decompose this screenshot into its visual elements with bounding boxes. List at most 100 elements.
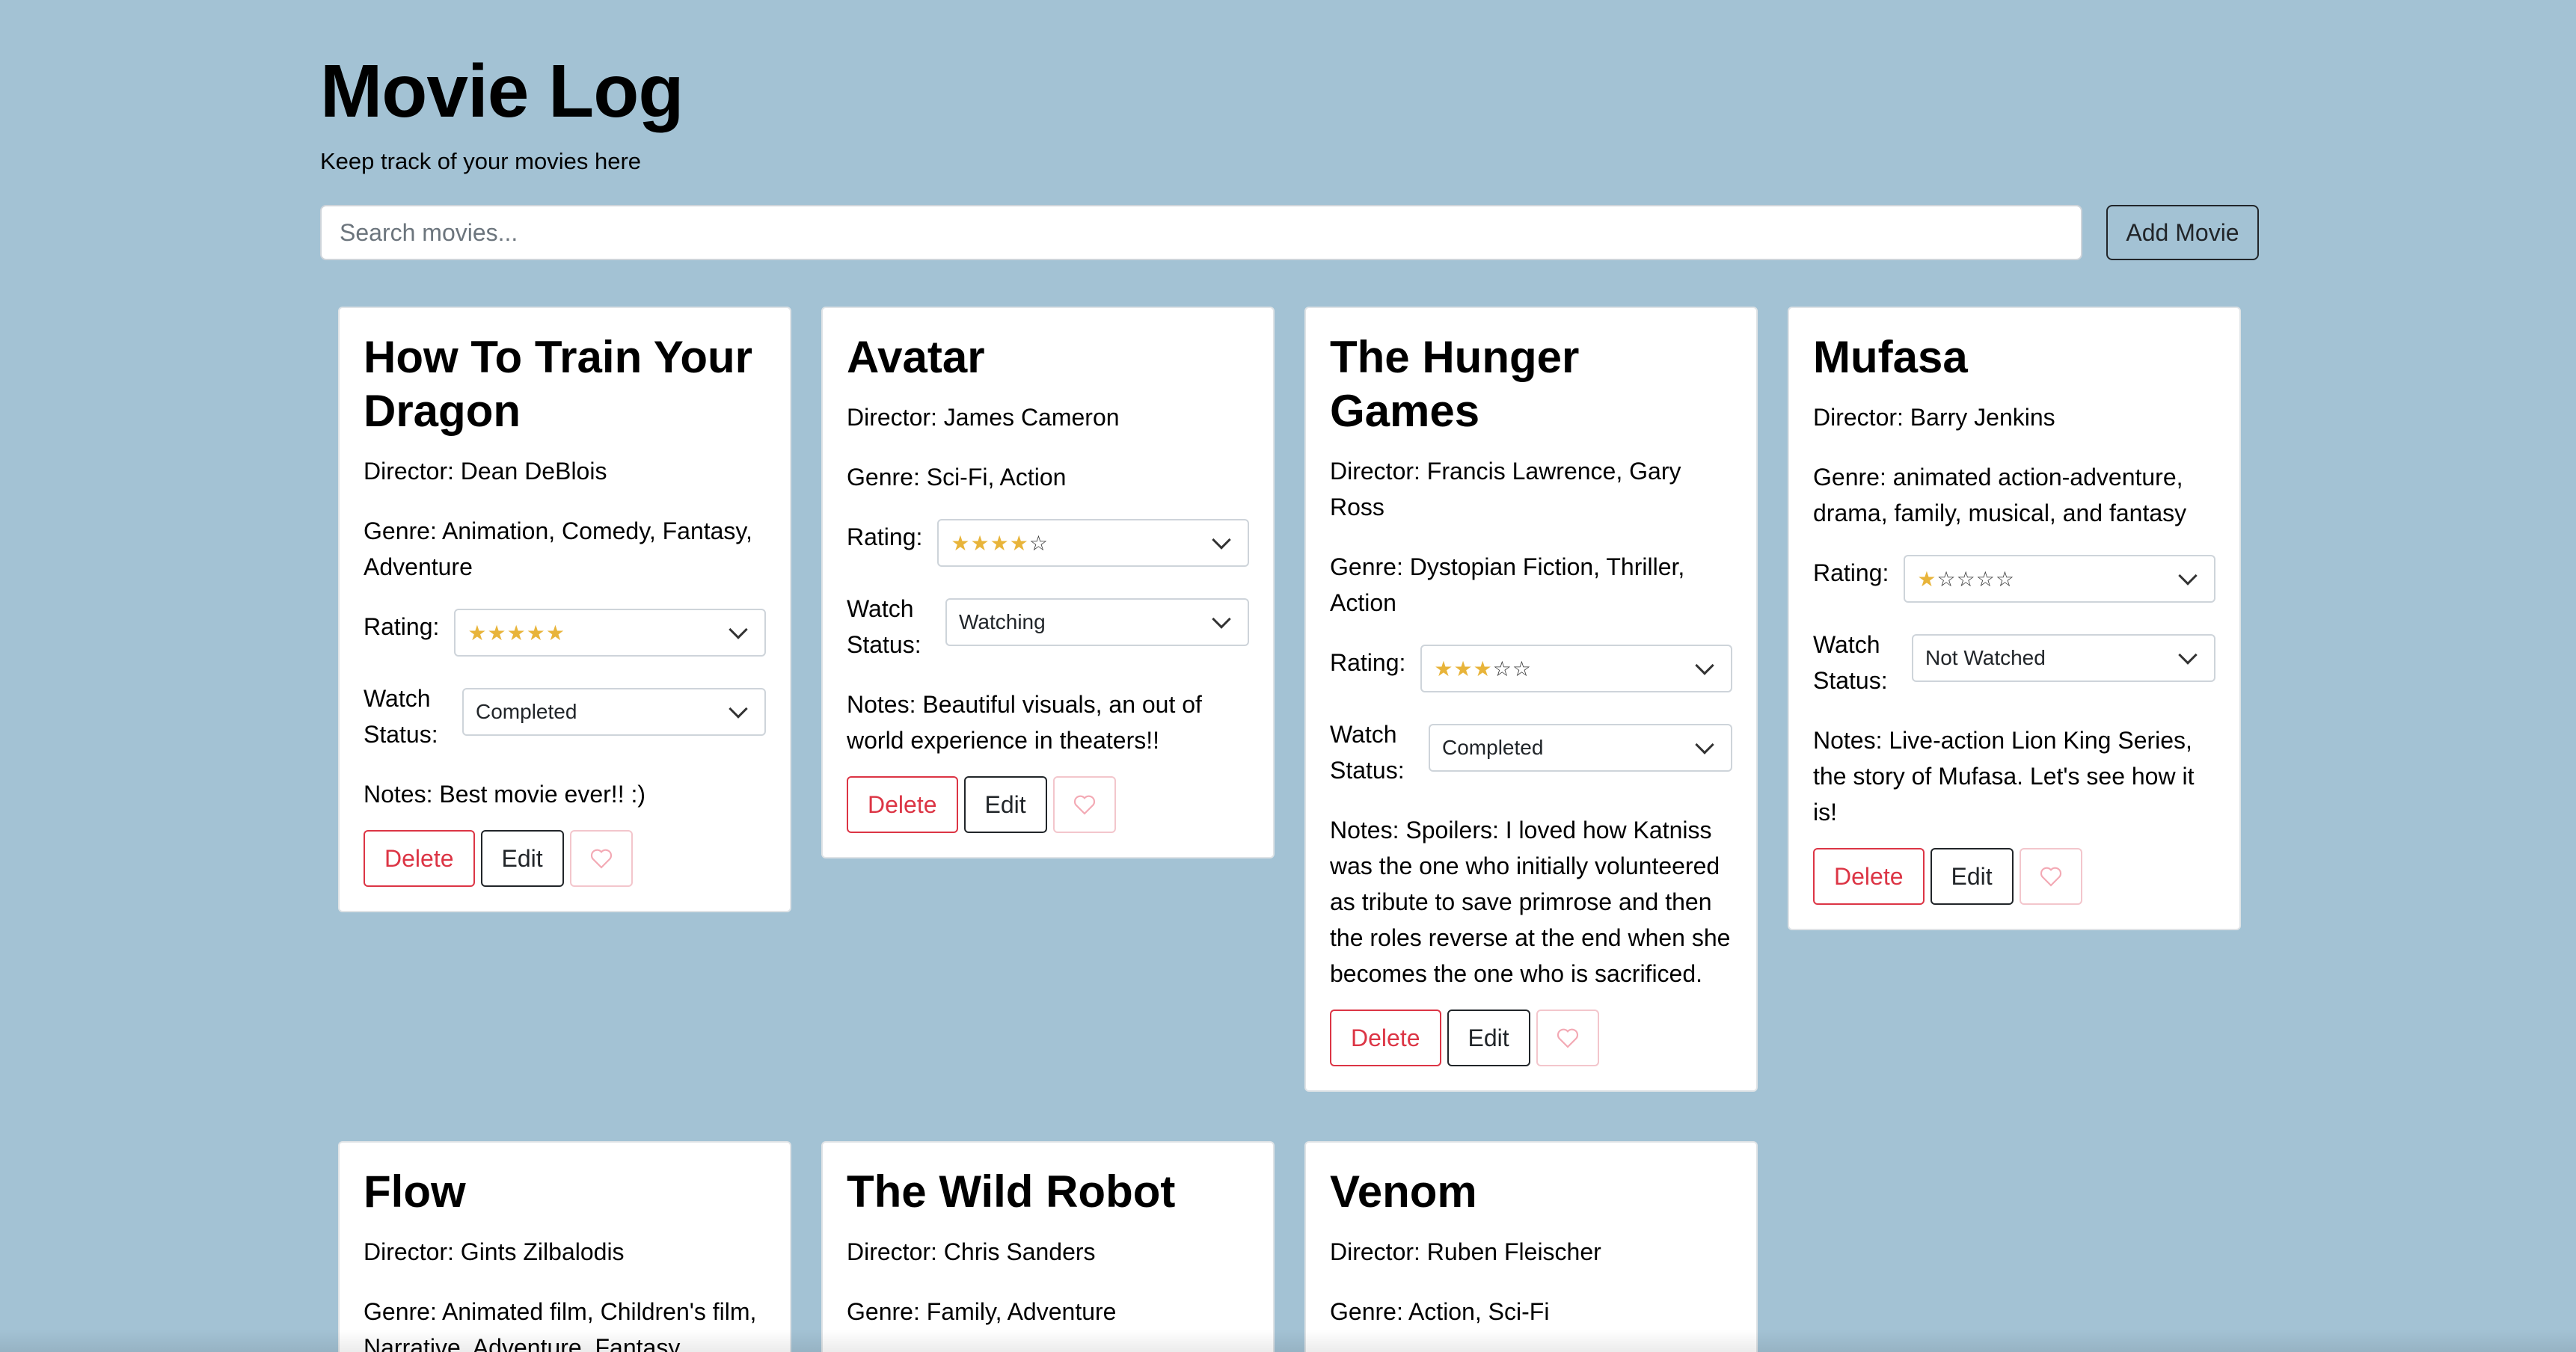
movie-director: Director: Ruben Fleischer: [1330, 1238, 1601, 1265]
rating-stars: ★★★☆☆: [1434, 657, 1532, 681]
rating-label: Rating:: [847, 523, 923, 550]
movie-title: The Hunger Games: [1330, 332, 1580, 436]
search-input[interactable]: [320, 205, 2082, 260]
movie-genre: Genre: Sci-Fi, Action: [847, 464, 1067, 491]
movie-notes: Notes: Live-action Lion King Series, the…: [1813, 727, 2195, 826]
movie-title: Mufasa: [1813, 332, 1968, 382]
watch-status-label: Watch Status:: [1813, 631, 1888, 694]
star-empty-icon: ☆: [1028, 530, 1049, 556]
movie-title: The Wild Robot: [847, 1167, 1176, 1217]
star-filled-icon: ★: [545, 620, 565, 645]
movie-genre: Genre: Animated film, Children's film, N…: [364, 1298, 757, 1352]
delete-button[interactable]: Delete: [1330, 1010, 1441, 1066]
watch-status-label: Watch Status:: [364, 685, 438, 748]
chevron-down-icon: [2178, 645, 2198, 665]
star-empty-icon: ☆: [1956, 566, 1976, 592]
movie-title: Avatar: [847, 332, 985, 382]
star-filled-icon: ★: [1009, 530, 1029, 556]
chevron-down-icon: [1212, 609, 1231, 629]
chevron-down-icon: [729, 620, 748, 639]
movie-card: Mufasa Director: Barry Jenkins Genre: an…: [1788, 307, 2241, 930]
star-filled-icon: ★: [1917, 566, 1937, 592]
star-filled-icon: ★: [526, 620, 546, 645]
card-actions: Delete Edit: [1813, 848, 2215, 905]
star-filled-icon: ★: [951, 530, 971, 556]
edit-button[interactable]: Edit: [1447, 1010, 1530, 1066]
star-filled-icon: ★: [970, 530, 990, 556]
star-filled-icon: ★: [506, 620, 527, 645]
delete-button[interactable]: Delete: [847, 776, 958, 833]
movie-director: Director: Barry Jenkins: [1813, 404, 2055, 431]
rating-stars: ★★★★☆: [951, 531, 1049, 556]
watch-status-value: Watching: [959, 610, 1046, 633]
watch-status-select[interactable]: Completed: [1429, 724, 1732, 772]
star-filled-icon: ★: [1434, 656, 1454, 681]
watch-status-value: Not Watched: [1925, 646, 2046, 669]
rating-select[interactable]: ★★★★★: [454, 609, 766, 657]
movie-director: Director: Francis Lawrence, Gary Ross: [1330, 458, 1681, 520]
rating-label: Rating:: [364, 613, 440, 640]
movie-card: Avatar Director: James Cameron Genre: Sc…: [821, 307, 1275, 858]
movie-card: Venom Director: Ruben Fleischer Genre: A…: [1304, 1141, 1758, 1352]
page-subtitle: Keep track of your movies here: [320, 148, 642, 174]
star-empty-icon: ☆: [1512, 656, 1532, 681]
chevron-down-icon: [1212, 530, 1231, 550]
delete-button[interactable]: Delete: [364, 830, 475, 887]
movie-genre: Genre: Family, Adventure: [847, 1298, 1117, 1325]
watch-status-label: Watch Status:: [847, 595, 921, 658]
watch-status-value: Completed: [1442, 736, 1544, 759]
movie-genre: Genre: Dystopian Fiction, Thriller, Acti…: [1330, 553, 1685, 616]
movie-card: Flow Director: Gints Zilbalodis Genre: A…: [338, 1141, 791, 1352]
star-filled-icon: ★: [990, 530, 1010, 556]
heart-icon: [1073, 795, 1095, 815]
chevron-down-icon: [729, 699, 748, 719]
card-actions: Delete Edit: [364, 830, 766, 887]
watch-status-value: Completed: [476, 700, 577, 723]
star-filled-icon: ★: [1453, 656, 1473, 681]
rating-stars: ★☆☆☆☆: [1917, 567, 2015, 592]
rating-select[interactable]: ★★★★☆: [937, 519, 1249, 567]
favorite-button[interactable]: [1536, 1010, 1599, 1066]
movie-card: The Wild Robot Director: Chris Sanders G…: [821, 1141, 1275, 1352]
movie-card: The Hunger Games Director: Francis Lawre…: [1304, 307, 1758, 1092]
movie-title: Flow: [364, 1167, 466, 1217]
card-actions: Delete Edit: [847, 776, 1249, 833]
star-filled-icon: ★: [487, 620, 507, 645]
delete-button[interactable]: Delete: [1813, 848, 1925, 905]
rating-stars: ★★★★★: [467, 621, 565, 645]
movie-director: Director: James Cameron: [847, 404, 1120, 431]
watch-status-select[interactable]: Completed: [462, 688, 766, 736]
rating-select[interactable]: ★☆☆☆☆: [1904, 555, 2215, 603]
add-movie-button[interactable]: Add Movie: [2106, 205, 2259, 260]
card-actions: Delete Edit: [1330, 1010, 1732, 1066]
heart-icon: [2040, 867, 2061, 887]
heart-icon: [1557, 1028, 1578, 1048]
star-empty-icon: ☆: [1492, 656, 1512, 681]
watch-status-select[interactable]: Not Watched: [1912, 634, 2215, 682]
movie-notes: Notes: Best movie ever!! :): [364, 781, 646, 808]
edit-button[interactable]: Edit: [1930, 848, 2014, 905]
star-empty-icon: ☆: [1936, 566, 1957, 592]
movie-genre: Genre: animated action-adventure, drama,…: [1813, 464, 2187, 526]
movie-notes: Notes: Beautiful visuals, an out of worl…: [847, 691, 1202, 754]
star-filled-icon: ★: [467, 620, 488, 645]
movie-genre: Genre: Animation, Comedy, Fantasy, Adven…: [364, 517, 752, 580]
movie-genre: Genre: Action, Sci-Fi: [1330, 1298, 1550, 1325]
movie-director: Director: Gints Zilbalodis: [364, 1238, 625, 1265]
movie-director: Director: Chris Sanders: [847, 1238, 1096, 1265]
chevron-down-icon: [1695, 656, 1714, 675]
movie-title: How To Train Your Dragon: [364, 332, 753, 436]
movie-director: Director: Dean DeBlois: [364, 458, 607, 485]
favorite-button[interactable]: [1052, 776, 1116, 833]
favorite-button[interactable]: [569, 830, 633, 887]
movie-title: Venom: [1330, 1167, 1477, 1217]
star-empty-icon: ☆: [1975, 566, 1996, 592]
page-title: Movie Log: [320, 49, 684, 133]
watch-status-select[interactable]: Watching: [945, 598, 1249, 646]
rating-select[interactable]: ★★★☆☆: [1420, 645, 1732, 692]
favorite-button[interactable]: [2019, 848, 2082, 905]
edit-button[interactable]: Edit: [480, 830, 564, 887]
edit-button[interactable]: Edit: [963, 776, 1047, 833]
rating-label: Rating:: [1813, 559, 1889, 586]
heart-icon: [590, 849, 612, 869]
